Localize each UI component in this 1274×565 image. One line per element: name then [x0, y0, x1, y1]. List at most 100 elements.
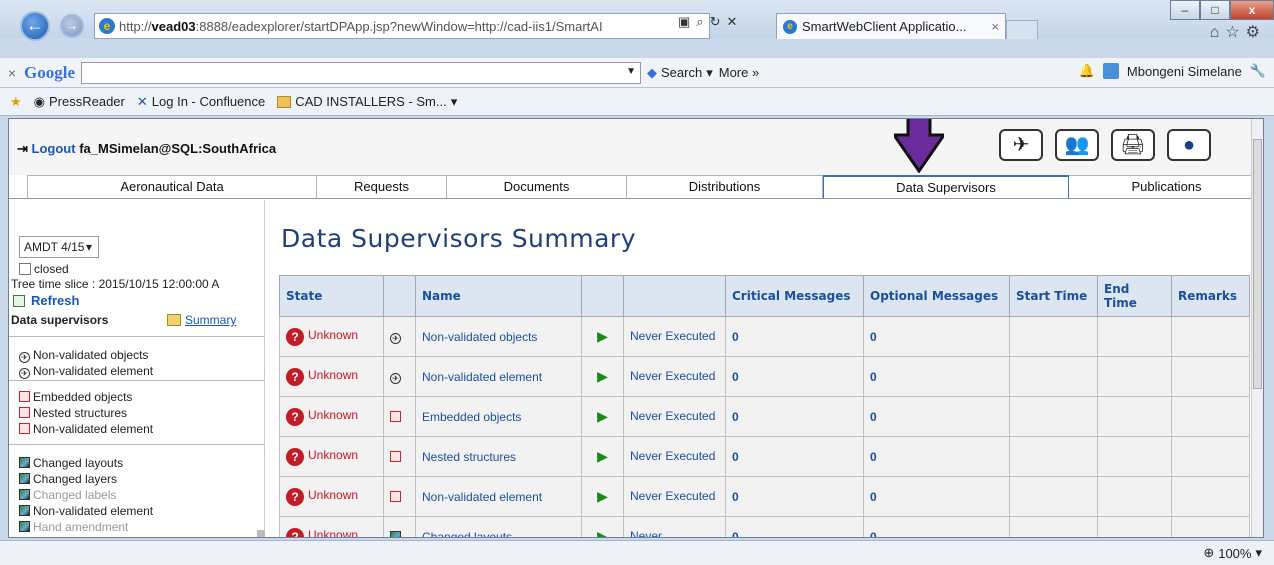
- refresh-link[interactable]: Refresh: [9, 293, 79, 308]
- optional-cell[interactable]: 0: [863, 316, 1010, 357]
- stop-icon[interactable]: ✕: [726, 14, 737, 30]
- summary-link[interactable]: Summary: [167, 313, 236, 327]
- bell-icon[interactable]: 🔔: [1079, 63, 1095, 79]
- amdt-select[interactable]: AMDT 4/15: [19, 236, 99, 258]
- col-name[interactable]: Name: [415, 275, 582, 317]
- play-icon[interactable]: ▶: [597, 408, 608, 424]
- run-cell: ▶: [581, 516, 624, 537]
- minimize-button[interactable]: –: [1170, 0, 1200, 20]
- zoom-control[interactable]: ⊕ 100% ▾: [1203, 545, 1262, 561]
- google-search-input[interactable]: ▼: [81, 61, 641, 84]
- airplane-icon[interactable]: ✈: [999, 129, 1043, 161]
- play-icon[interactable]: ▶: [597, 368, 608, 384]
- address-bar[interactable]: e http://vead03:8888/eadexplorer/startDP…: [94, 13, 710, 39]
- table-row[interactable]: ? Unknown Changed layouts ▶ Never 0 0: [279, 516, 1250, 537]
- refresh-page-icon[interactable]: ↻: [710, 14, 721, 30]
- list-item[interactable]: Non-validated element: [9, 503, 265, 519]
- favorites-star-icon[interactable]: ★: [10, 94, 22, 110]
- list-item[interactable]: Changed layers: [9, 471, 265, 487]
- play-icon[interactable]: ▶: [597, 328, 608, 344]
- fav-cad-installers[interactable]: CAD INSTALLERS - Sm... ▾: [277, 94, 457, 110]
- chevron-down-icon[interactable]: ▼: [626, 66, 636, 77]
- wrench-icon[interactable]: 🔧: [1250, 63, 1266, 79]
- list-item[interactable]: ✈ Non-validated element: [9, 363, 265, 379]
- new-tab-button[interactable]: [1006, 20, 1038, 39]
- back-button[interactable]: ←: [20, 11, 50, 41]
- name-cell[interactable]: Non-validated objects: [415, 316, 582, 357]
- favorites-star-icon[interactable]: ☆: [1225, 24, 1245, 41]
- critical-cell[interactable]: 0: [725, 316, 864, 357]
- document-icon: [19, 391, 30, 402]
- name-cell[interactable]: Non-validated element: [415, 476, 582, 517]
- name-cell[interactable]: Nested structures: [415, 436, 582, 477]
- col-execution: [623, 275, 726, 317]
- settings-gear-icon[interactable]: ⚙: [1246, 24, 1266, 41]
- critical-cell[interactable]: 0: [725, 396, 864, 437]
- logout-link[interactable]: Logout: [32, 141, 76, 156]
- user-name[interactable]: Mbongeni Simelane: [1127, 64, 1242, 79]
- critical-cell[interactable]: 0: [725, 476, 864, 517]
- list-item[interactable]: Hand amendment: [9, 519, 265, 535]
- table-row[interactable]: ? Unknown Nested structures ▶ Never Executed…: [279, 436, 1250, 477]
- tab-documents[interactable]: Documents: [447, 175, 627, 198]
- tab-publications[interactable]: Publications: [1069, 175, 1263, 198]
- col-critical[interactable]: Critical Messages: [725, 275, 864, 317]
- critical-cell[interactable]: 0: [725, 436, 864, 477]
- table-row[interactable]: ? Unknown ✈ Non-validated element ▶ Never Exe…: [279, 356, 1250, 397]
- list-item[interactable]: Changed labels: [9, 487, 265, 503]
- close-window-button[interactable]: x: [1230, 0, 1274, 20]
- table-row[interactable]: ? Unknown Embedded objects ▶ Never Executed 0…: [279, 396, 1250, 437]
- col-end-time[interactable]: End Time: [1097, 275, 1172, 317]
- list-item[interactable]: ✈ Non-validated objects: [9, 347, 265, 363]
- users-icon[interactable]: 👥: [1055, 129, 1099, 161]
- closed-checkbox-row[interactable]: closed: [19, 262, 69, 276]
- maximize-button[interactable]: □: [1200, 0, 1230, 20]
- forward-button[interactable]: →: [60, 14, 84, 38]
- page-scrollbar[interactable]: [1251, 119, 1263, 537]
- sidebar-splitter[interactable]: [257, 530, 265, 537]
- fav-pressreader[interactable]: ◉ PressReader: [34, 94, 125, 110]
- optional-cell[interactable]: 0: [863, 436, 1010, 477]
- end-time-cell: [1097, 356, 1172, 397]
- play-icon[interactable]: ▶: [597, 448, 608, 464]
- name-cell[interactable]: Changed layouts: [415, 516, 582, 537]
- compat-icon[interactable]: ▣: [678, 14, 690, 30]
- play-icon[interactable]: ▶: [597, 528, 608, 537]
- table-row[interactable]: ? Unknown Non-validated element ▶ Never Exec…: [279, 476, 1250, 517]
- list-item[interactable]: Changed layouts: [9, 455, 265, 471]
- col-state[interactable]: State: [279, 275, 384, 317]
- col-optional[interactable]: Optional Messages: [863, 275, 1010, 317]
- critical-cell[interactable]: 0: [725, 516, 864, 537]
- more-button[interactable]: More »: [719, 65, 759, 80]
- critical-cell[interactable]: 0: [725, 356, 864, 397]
- tab-data-supervisors[interactable]: Data Supervisors: [823, 175, 1069, 198]
- list-item[interactable]: Non-validated element: [9, 421, 265, 437]
- list-item[interactable]: Nested structures: [9, 405, 265, 421]
- col-remarks[interactable]: Remarks: [1171, 275, 1250, 317]
- scrollbar-thumb[interactable]: [1253, 139, 1262, 389]
- tab-close-icon[interactable]: ×: [991, 19, 999, 34]
- search-icon[interactable]: ⌕: [696, 14, 703, 30]
- browser-tab[interactable]: e SmartWebClient Applicatio... ×: [776, 13, 1006, 39]
- optional-cell[interactable]: 0: [863, 356, 1010, 397]
- col-start-time[interactable]: Start Time: [1009, 275, 1098, 317]
- optional-cell[interactable]: 0: [863, 396, 1010, 437]
- home-icon[interactable]: ⌂: [1210, 24, 1226, 41]
- tab-distributions[interactable]: Distributions: [627, 175, 823, 198]
- tab-aeronautical-data[interactable]: Aeronautical Data: [27, 175, 317, 198]
- printer-icon[interactable]: 🖨: [1111, 129, 1155, 161]
- name-cell[interactable]: Embedded objects: [415, 396, 582, 437]
- africa-map-icon[interactable]: ●: [1167, 129, 1211, 161]
- optional-cell[interactable]: 0: [863, 516, 1010, 537]
- optional-cell[interactable]: 0: [863, 476, 1010, 517]
- table-row[interactable]: ? Unknown ✈ Non-validated objects ▶ Never Exe…: [279, 316, 1250, 357]
- tab-requests[interactable]: Requests: [317, 175, 447, 198]
- fav-confluence[interactable]: ✕ Log In - Confluence: [137, 94, 265, 110]
- address-rest: :8888/eadexplorer/startDPApp.jsp?newWind…: [195, 18, 603, 34]
- list-item[interactable]: Embedded objects: [9, 389, 265, 405]
- closed-checkbox[interactable]: [19, 263, 31, 275]
- close-toolbar-icon[interactable]: ×: [0, 65, 24, 81]
- play-icon[interactable]: ▶: [597, 488, 608, 504]
- google-search-button[interactable]: ◆ Search ▾: [647, 65, 713, 81]
- name-cell[interactable]: Non-validated element: [415, 356, 582, 397]
